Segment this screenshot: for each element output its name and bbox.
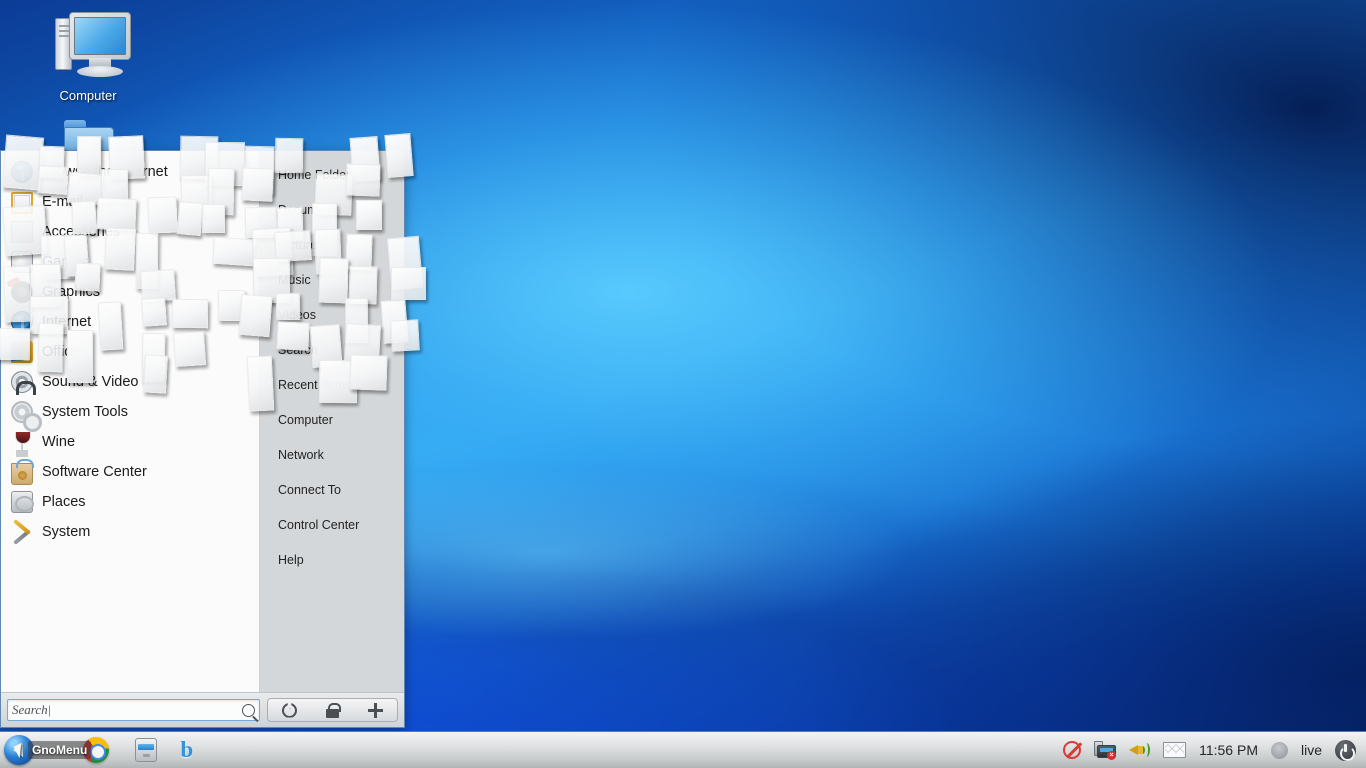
menu-item-office[interactable]: Office <box>1 337 259 367</box>
menu-item-accessories[interactable]: Accessories <box>1 217 259 247</box>
menu-item-label: Internet <box>42 314 92 330</box>
network-disconnected-icon[interactable]: × <box>1094 741 1117 760</box>
places-item-pictures[interactable]: Pictures <box>260 227 404 262</box>
search-input[interactable]: Search| <box>7 699 260 721</box>
places-item-label: Help <box>278 552 304 567</box>
mail-icon[interactable] <box>1163 742 1187 758</box>
menu-item-label: Games <box>42 254 89 270</box>
menu-item-label: E-mail <box>42 194 84 210</box>
menu-right-column: Home Folder Documents Pictures Music Vid… <box>260 151 404 692</box>
places-item-control-center[interactable]: Control Center <box>260 507 404 542</box>
launcher-file-manager[interactable] <box>131 735 161 765</box>
menu-item-label: Places <box>42 494 86 510</box>
menu-item-browse-internet[interactable]: Browse the Internet <box>1 157 259 187</box>
menu-item-software-center[interactable]: Software Center <box>1 457 259 487</box>
places-item-label: Documents <box>278 202 342 217</box>
menu-item-label: Software Center <box>42 464 147 480</box>
volume-icon[interactable] <box>1129 741 1151 759</box>
system-tools-icon <box>11 401 42 432</box>
graphics-icon <box>11 281 33 303</box>
globe-icon <box>11 161 33 183</box>
menu-item-wine[interactable]: Wine <box>1 427 259 457</box>
search-input-value: Search| <box>12 702 52 717</box>
launcher-banshee[interactable]: b <box>175 735 205 765</box>
places-item-label: Videos <box>278 307 316 322</box>
plus-icon[interactable] <box>368 702 383 718</box>
taskbar: GnoMenu b × 11:56 PM live <box>0 731 1366 768</box>
username-label[interactable]: live <box>1301 742 1322 758</box>
wine-icon <box>11 431 33 453</box>
gnomenu-label: GnoMenu <box>28 741 92 759</box>
desktop-icon-label: Computer <box>59 88 117 103</box>
menu-footer: Search| <box>1 692 404 727</box>
no-entry-icon[interactable] <box>1063 741 1082 759</box>
user-avatar-icon[interactable] <box>1270 741 1288 759</box>
accessories-icon <box>11 221 33 243</box>
menu-item-internet[interactable]: Internet <box>1 307 259 337</box>
menu-item-label: Accessories <box>42 224 121 240</box>
menu-item-label: Office <box>42 344 80 360</box>
banshee-b-icon: b <box>180 737 194 762</box>
gnomenu-start-button[interactable]: GnoMenu <box>2 735 117 765</box>
system-icon <box>11 521 33 543</box>
taskbar-left: GnoMenu b <box>0 732 205 768</box>
places-item-label: Recent Items <box>278 377 352 392</box>
lock-icon[interactable] <box>325 702 341 718</box>
places-item-label: Search <box>278 342 318 357</box>
gnomenu-popup[interactable]: Browse the Internet E-mail Accessories G… <box>0 150 405 728</box>
menu-item-label: Browse the Internet <box>42 164 168 180</box>
places-item-music[interactable]: Music <box>260 262 404 297</box>
menu-item-label: Graphics <box>42 284 101 300</box>
places-item-label: Connect To <box>278 482 342 497</box>
places-item-help[interactable]: Help <box>260 542 404 577</box>
desktop-icon-computer[interactable]: Computer <box>33 8 143 103</box>
games-icon <box>11 251 33 273</box>
clock[interactable]: 11:56 PM <box>1199 742 1258 758</box>
places-item-connect-to[interactable]: Connect To <box>260 472 404 507</box>
menu-item-system[interactable]: System <box>1 517 259 547</box>
menu-item-label: System <box>42 524 91 540</box>
menu-item-email[interactable]: E-mail <box>1 187 259 217</box>
system-buttons-group <box>267 698 398 722</box>
menu-item-places[interactable]: Places <box>1 487 259 517</box>
computer-icon <box>33 8 143 84</box>
places-item-label: Music <box>278 272 311 287</box>
places-item-documents[interactable]: Documents <box>260 192 404 227</box>
menu-columns: Browse the Internet E-mail Accessories G… <box>1 151 404 692</box>
magnifier-icon[interactable] <box>242 703 255 717</box>
places-item-computer[interactable]: Computer <box>260 402 404 437</box>
software-center-icon <box>11 459 34 485</box>
menu-item-label: Wine <box>42 434 76 450</box>
menu-item-sound-video[interactable]: Sound & Video <box>1 367 259 397</box>
places-item-label: Network <box>278 447 324 462</box>
menu-item-system-tools[interactable]: System Tools <box>1 397 259 432</box>
places-item-videos[interactable]: Videos <box>260 297 404 332</box>
system-tray: × 11:56 PM live <box>1063 739 1366 761</box>
office-icon <box>11 341 33 363</box>
places-item-label: Home Folder <box>278 167 351 182</box>
places-item-recent-items[interactable]: Recent Items <box>260 367 404 402</box>
menu-item-label: Sound & Video <box>42 374 139 390</box>
menu-item-games[interactable]: Games <box>1 247 259 277</box>
places-icon <box>11 491 34 513</box>
places-item-network[interactable]: Network <box>260 437 404 472</box>
power-icon[interactable] <box>1335 739 1356 761</box>
menu-left-column: Browse the Internet E-mail Accessories G… <box>1 151 260 692</box>
menu-item-graphics[interactable]: Graphics <box>1 277 259 307</box>
places-item-label: Pictures <box>278 237 324 252</box>
places-item-label: Control Center <box>278 517 360 532</box>
places-item-home-folder[interactable]: Home Folder <box>260 157 404 192</box>
places-item-search[interactable]: Search <box>260 332 404 367</box>
menu-item-label: System Tools <box>42 404 128 420</box>
places-item-label: Computer <box>278 412 333 427</box>
file-manager-icon <box>135 738 158 762</box>
sound-video-icon <box>11 371 36 395</box>
globe-icon <box>11 311 33 333</box>
power-icon[interactable] <box>282 702 297 718</box>
mail-icon <box>11 192 33 214</box>
